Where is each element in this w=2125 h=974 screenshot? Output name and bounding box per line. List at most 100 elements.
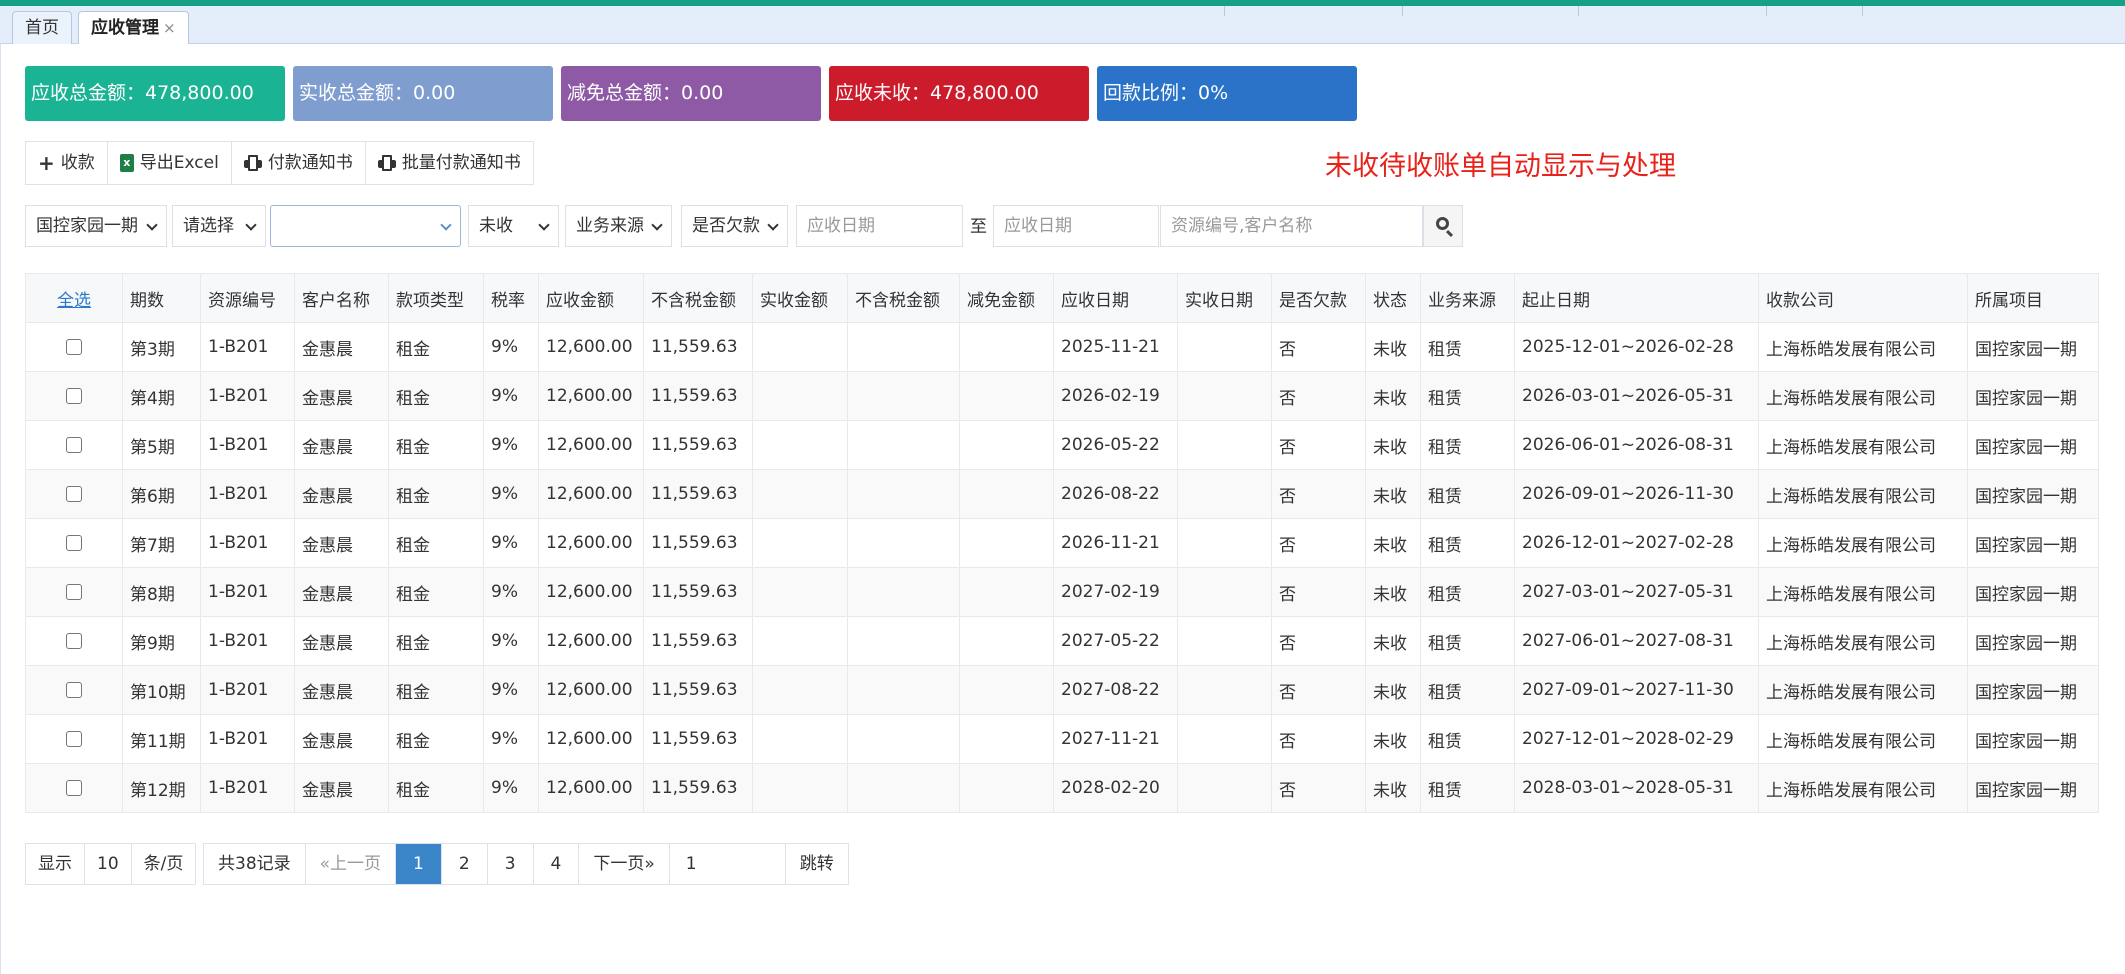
chevron-down-icon <box>245 219 257 231</box>
cell-arrears: 否 <box>1271 518 1366 568</box>
tab-bar: 首页 应收管理 × <box>0 6 2125 45</box>
page-1-button[interactable]: 1 <box>396 844 442 884</box>
cell-receivable-amount: 12,600.00 <box>538 714 644 764</box>
cell-arrears: 否 <box>1271 469 1366 519</box>
cell-due-date: 2027-08-22 <box>1053 665 1178 715</box>
cell-tax-rate: 9% <box>483 714 539 764</box>
cell-received-date <box>1177 665 1272 715</box>
cell-source: 租赁 <box>1420 616 1515 666</box>
cell-due-date: 2026-08-22 <box>1053 469 1178 519</box>
cell-period: 第5期 <box>122 420 201 470</box>
row-checkbox[interactable] <box>66 731 82 747</box>
page-size-input[interactable]: 10 <box>85 844 132 884</box>
cell-tax-rate: 9% <box>483 763 539 813</box>
status-select[interactable]: 未收 <box>468 205 559 247</box>
cell-customer: 金惠晨 <box>294 714 389 764</box>
batch-payment-notice-button[interactable]: 批量付款通知书 <box>366 142 533 184</box>
collect-button-label: 收款 <box>60 153 95 173</box>
col-waived-amount: 减免金额 <box>959 273 1054 323</box>
payment-notice-button[interactable]: 付款通知书 <box>232 142 366 184</box>
next-page-button[interactable]: 下一页» <box>579 844 670 884</box>
page-3-button[interactable]: 3 <box>488 844 534 884</box>
row-select-cell <box>25 371 123 421</box>
cell-received-amount <box>752 518 848 568</box>
cell-source: 租赁 <box>1420 518 1515 568</box>
row-checkbox[interactable] <box>66 682 82 698</box>
arrears-select[interactable]: 是否欠款 <box>681 205 788 247</box>
select-all-link[interactable]: 全选 <box>25 273 123 323</box>
stat-total-receivable: 应收总金额：478,800.00 <box>25 66 285 121</box>
cell-resource-no: 1-B201 <box>200 469 295 519</box>
search-button[interactable] <box>1423 205 1463 247</box>
project-select-value: 国控家园一期 <box>36 216 138 236</box>
row-checkbox[interactable] <box>66 633 82 649</box>
cell-waived-amount <box>959 714 1054 764</box>
jump-page-input[interactable]: 1 <box>670 844 786 884</box>
stat-outstanding: 应收未收：478,800.00 <box>829 66 1089 121</box>
cell-waived-amount <box>959 371 1054 421</box>
cell-arrears: 否 <box>1271 567 1366 617</box>
table-row: 第5期 1-B201 金惠晨 租金 9% 12,600.00 11,559.63 2026-0… <box>25 420 2099 470</box>
date-to-input[interactable]: 应收日期 <box>993 205 1159 247</box>
cell-source: 租赁 <box>1420 371 1515 421</box>
cell-resource-no: 1-B201 <box>200 665 295 715</box>
cell-received-date <box>1177 518 1272 568</box>
tab-receivables[interactable]: 应收管理 × <box>78 11 189 45</box>
cell-fee-type: 租金 <box>388 763 484 813</box>
project-select[interactable]: 国控家园一期 <box>25 205 167 247</box>
prev-page-button[interactable]: «上一页 <box>306 844 397 884</box>
keyword-search-input[interactable]: 资源编号,客户名称 <box>1160 205 1423 247</box>
total-records: 共38记录 <box>204 844 306 884</box>
table-row: 第7期 1-B201 金惠晨 租金 9% 12,600.00 11,559.63 2026-1… <box>25 518 2099 568</box>
row-checkbox[interactable] <box>66 437 82 453</box>
cell-project: 国控家园一期 <box>1967 371 2099 421</box>
tabbar-divider <box>1402 6 1403 16</box>
cell-fee-type: 租金 <box>388 420 484 470</box>
cell-resource-no: 1-B201 <box>200 518 295 568</box>
row-checkbox[interactable] <box>66 535 82 551</box>
cell-received-date <box>1177 469 1272 519</box>
cell-source: 租赁 <box>1420 665 1515 715</box>
cell-period: 第6期 <box>122 469 201 519</box>
cell-tax-rate: 9% <box>483 420 539 470</box>
cell-period-range: 2027-12-01~2028-02-29 <box>1514 714 1759 764</box>
cell-period-range: 2028-03-01~2028-05-31 <box>1514 763 1759 813</box>
cell-period-range: 2027-03-01~2027-05-31 <box>1514 567 1759 617</box>
cell-receivable-amount: 12,600.00 <box>538 420 644 470</box>
stat-collection-ratio: 回款比例：0% <box>1097 66 1357 121</box>
stat-total-received: 实收总金额：0.00 <box>293 66 553 121</box>
cell-received-amount <box>752 322 848 372</box>
tab-home[interactable]: 首页 <box>12 11 72 44</box>
arrears-select-value: 是否欠款 <box>692 216 760 236</box>
cell-period-range: 2026-06-01~2026-08-31 <box>1514 420 1759 470</box>
page-4-button[interactable]: 4 <box>534 844 580 884</box>
tab-receivables-label: 应收管理 <box>91 18 159 38</box>
col-source: 业务来源 <box>1420 273 1515 323</box>
collect-button[interactable]: + 收款 <box>26 142 108 184</box>
cell-due-date: 2027-02-19 <box>1053 567 1178 617</box>
chevron-down-icon <box>538 219 550 231</box>
cell-received-date <box>1177 371 1272 421</box>
category-select[interactable]: 请选择 <box>172 205 266 247</box>
cell-source: 租赁 <box>1420 763 1515 813</box>
cell-received-amount <box>752 714 848 764</box>
combo-select[interactable] <box>270 205 461 247</box>
batch-payment-notice-label: 批量付款通知书 <box>401 153 521 173</box>
row-checkbox[interactable] <box>66 486 82 502</box>
cell-tax-rate: 9% <box>483 616 539 666</box>
date-from-input[interactable]: 应收日期 <box>796 205 963 247</box>
cell-receivable-amount: 12,600.00 <box>538 518 644 568</box>
row-checkbox[interactable] <box>66 780 82 796</box>
close-icon[interactable]: × <box>163 19 176 37</box>
page-2-button[interactable]: 2 <box>442 844 488 884</box>
cell-received-date <box>1177 616 1272 666</box>
row-checkbox[interactable] <box>66 584 82 600</box>
source-select[interactable]: 业务来源 <box>565 205 672 247</box>
row-checkbox[interactable] <box>66 388 82 404</box>
export-excel-button[interactable]: x 导出Excel <box>108 142 232 184</box>
col-due-date: 应收日期 <box>1053 273 1178 323</box>
cell-customer: 金惠晨 <box>294 763 389 813</box>
row-checkbox[interactable] <box>66 339 82 355</box>
cell-receivable-amount: 12,600.00 <box>538 469 644 519</box>
jump-button[interactable]: 跳转 <box>786 844 848 884</box>
